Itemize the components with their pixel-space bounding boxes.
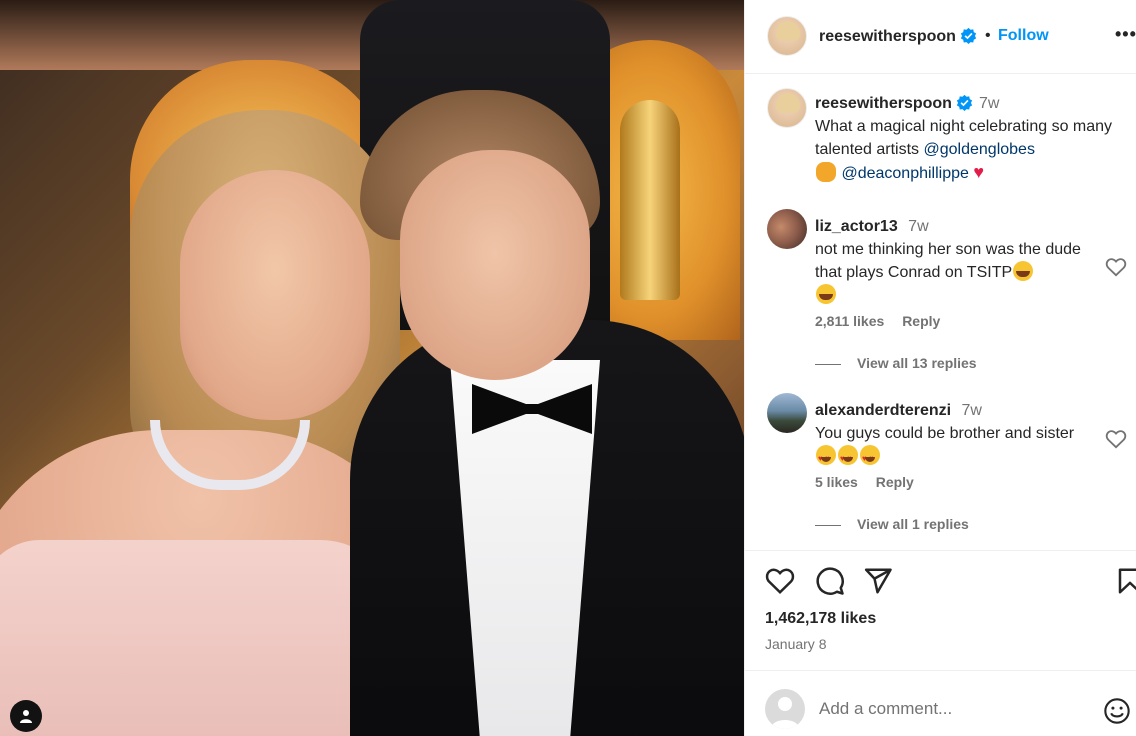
comment-username[interactable]: alexanderdterenzi [815, 402, 951, 419]
view-replies-button[interactable]: View all 1 replies [815, 516, 969, 532]
heart-eyes-emoji-icon [838, 445, 858, 470]
user-icon [20, 710, 32, 723]
replies-divider [815, 524, 841, 526]
commenter-avatar[interactable] [767, 393, 807, 433]
comment-like-heart-icon[interactable] [1105, 429, 1127, 449]
comment-text: alexanderdterenzi 7w You guys could be b… [815, 399, 1085, 470]
post-side-panel: reesewitherspoon • Follow ••• reesewithe… [744, 0, 1136, 736]
heart-eyes-emoji-icon [860, 445, 880, 470]
post-likes-count[interactable]: 1,462,178 likes [765, 610, 876, 628]
header-separator: • [985, 27, 991, 44]
add-comment-bar [745, 670, 1136, 736]
caption-author-avatar[interactable] [767, 88, 807, 128]
view-replies-label: View all 13 replies [857, 355, 977, 371]
photo-woman-face [180, 170, 370, 420]
author-username[interactable]: reesewitherspoon [819, 27, 977, 46]
add-comment-input[interactable] [819, 697, 1089, 721]
photo-boy-face [400, 150, 590, 380]
comment-username[interactable]: liz_actor13 [815, 218, 898, 235]
view-replies-button[interactable]: View all 13 replies [815, 355, 977, 371]
post-actions [745, 566, 1136, 602]
rofl-emoji-icon [1013, 261, 1034, 281]
red-heart-emoji-icon: ♥ [973, 162, 985, 182]
comment-meta: 5 likes Reply [815, 474, 928, 490]
verified-badge-icon [956, 94, 973, 111]
current-user-avatar [765, 689, 805, 729]
comment-reply-button[interactable]: Reply [902, 313, 940, 329]
comment-bubble-icon[interactable] [815, 566, 845, 596]
comment-body: You guys could be brother and sister [815, 425, 1075, 442]
caption-time: 7w [978, 95, 1000, 112]
comment-meta: 2,811 likes Reply [815, 313, 954, 329]
default-avatar-icon [771, 697, 799, 729]
comment-time: 7w [961, 402, 982, 419]
verified-badge-icon [960, 27, 977, 44]
post-photo[interactable] [0, 0, 744, 736]
actions-divider [745, 550, 1136, 551]
commenter-avatar[interactable] [767, 209, 807, 249]
save-bookmark-icon[interactable] [1115, 566, 1136, 596]
tagged-users-button[interactable] [10, 700, 42, 732]
post-header: reesewitherspoon • Follow ••• [745, 0, 1136, 74]
author-avatar[interactable] [767, 16, 807, 56]
photo-trophy [620, 100, 680, 300]
rofl-emoji-icon [816, 284, 836, 304]
caption-text: reesewitherspoon 7w What a magical night … [815, 92, 1115, 185]
heart-eyes-emoji-icon [816, 445, 836, 470]
mention-deaconphillippe[interactable]: @deaconphillippe [841, 165, 968, 182]
comment-text: liz_actor13 7w not me thinking her son w… [815, 215, 1085, 307]
emoji-picker-icon[interactable] [1103, 697, 1131, 725]
more-options-icon[interactable]: ••• [1115, 24, 1136, 45]
view-replies-label: View all 1 replies [857, 516, 969, 532]
mention-goldenglobes[interactable]: @goldenglobes [924, 141, 1035, 158]
follow-button[interactable]: Follow [998, 27, 1049, 45]
comment-body: not me thinking her son was the dude tha… [815, 241, 1081, 281]
comment-time: 7w [908, 218, 929, 235]
comment-like-heart-icon[interactable] [1105, 257, 1127, 277]
comment-reply-button[interactable]: Reply [876, 474, 914, 490]
replies-divider [815, 363, 841, 365]
post-date[interactable]: January 8 [765, 636, 826, 652]
caption-username[interactable]: reesewitherspoon [815, 95, 952, 112]
like-heart-icon[interactable] [765, 566, 795, 596]
car-emoji-icon [816, 162, 836, 182]
share-paper-plane-icon[interactable] [863, 566, 893, 596]
photo-dress [0, 540, 400, 736]
comment-likes-count[interactable]: 2,811 likes [815, 313, 884, 329]
comment-likes-count[interactable]: 5 likes [815, 474, 858, 490]
